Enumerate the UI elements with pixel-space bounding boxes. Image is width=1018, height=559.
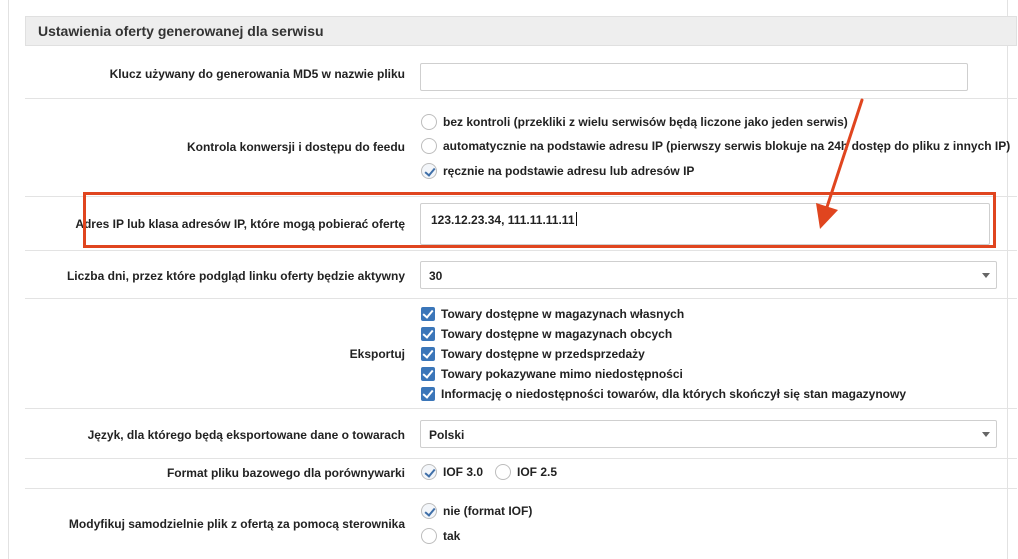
radio-unchecked[interactable] — [421, 528, 437, 544]
radio-unchecked[interactable] — [421, 138, 437, 154]
export-row: Eksportuj Towary dostępne w magazynach w… — [25, 299, 1017, 409]
option-label: nie (format IOF) — [443, 504, 533, 518]
option-label: Informację o niedostępności towarów, dla… — [441, 387, 907, 401]
format-row: Format pliku bazowego dla porównywarki I… — [25, 459, 1017, 489]
language-select[interactable]: Polski — [420, 420, 997, 448]
days-label: Liczba dni, przez które podgląd linku of… — [66, 269, 405, 283]
language-value: Polski — [429, 428, 465, 442]
chevron-down-icon — [982, 273, 990, 278]
format-label: Format pliku bazowego dla porównywarki — [166, 466, 405, 480]
md5-input[interactable] — [420, 63, 968, 91]
chevron-down-icon — [982, 432, 990, 437]
option-label: ręcznie na podstawie adresu lub adresów … — [443, 164, 695, 178]
section-title: Ustawienia oferty generowanej dla serwis… — [38, 23, 324, 39]
annotation-arrow — [816, 98, 864, 229]
option-label: bez kontroli (przekliki z wielu serwisów… — [443, 115, 848, 129]
radio-unchecked[interactable] — [421, 114, 437, 130]
md5-label: Klucz używany do generowania MD5 w nazwi… — [109, 67, 405, 81]
checkbox-checked[interactable] — [421, 347, 435, 361]
language-row: Język, dla którego będą eksportowane dan… — [25, 409, 1017, 459]
checkbox-checked[interactable] — [421, 307, 435, 321]
option-label: tak — [443, 529, 461, 543]
conversion-label: Kontrola konwersji i dostępu do feedu — [186, 140, 405, 154]
option-label: Towary pokazywane mimo niedostępności — [441, 367, 683, 381]
section-header: Ustawienia oferty generowanej dla serwis… — [25, 16, 1017, 46]
days-value: 30 — [429, 269, 443, 283]
days-row: Liczba dni, przez które podgląd linku of… — [25, 251, 1017, 299]
radio-checked[interactable] — [421, 503, 437, 519]
radio-checked[interactable] — [421, 163, 437, 179]
language-label: Język, dla którego będą eksportowane dan… — [87, 428, 405, 442]
option-label: IOF 3.0 — [443, 465, 484, 479]
radio-unchecked[interactable] — [495, 464, 511, 480]
modify-label: Modyfikuj samodzielnie plik z ofertą za … — [68, 517, 405, 531]
radio-checked[interactable] — [421, 464, 437, 480]
checkbox-checked[interactable] — [421, 327, 435, 341]
option-label: Towary dostępne w magazynach własnych — [441, 307, 685, 321]
option-label: IOF 2.5 — [517, 465, 558, 479]
checkbox-checked[interactable] — [421, 367, 435, 381]
days-select[interactable]: 30 — [420, 261, 997, 289]
md5-row: Klucz używany do generowania MD5 w nazwi… — [25, 47, 1017, 99]
option-label: Towary dostępne w przedsprzedaży — [441, 347, 645, 361]
option-label: Towary dostępne w magazynach obcych — [441, 327, 673, 341]
option-label: automatycznie na podstawie adresu IP (pi… — [443, 139, 1011, 153]
modify-row: Modyfikuj samodzielnie plik z ofertą za … — [25, 489, 1017, 559]
checkbox-checked[interactable] — [421, 387, 435, 401]
export-label: Eksportuj — [349, 347, 405, 361]
